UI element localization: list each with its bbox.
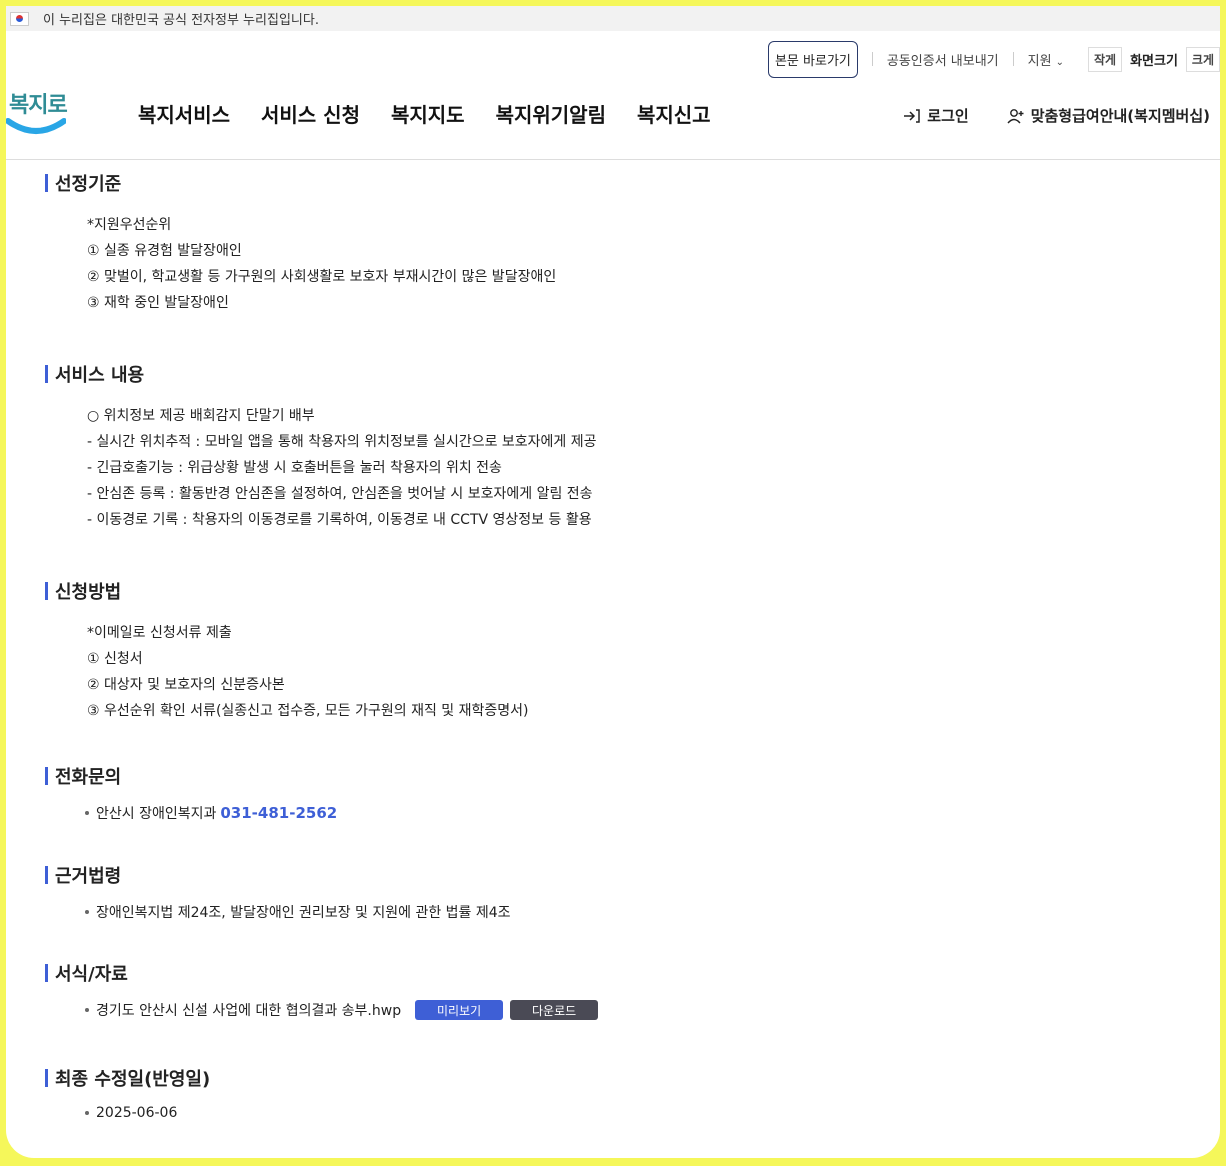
support-label: 지원 bbox=[1027, 53, 1052, 69]
title-bar bbox=[45, 866, 48, 884]
line: *이메일로 신청서류 제출 bbox=[87, 625, 232, 641]
line: - 안심존 등록 : 활동반경 안심존을 설정하여, 안심존을 벗어날 시 보호… bbox=[87, 486, 593, 502]
section-title: 신청방법 bbox=[45, 578, 529, 604]
criteria-lines: *지원우선순위 ① 실종 유경험 발달장애인 ② 맞벌이, 학교생활 등 가구원… bbox=[87, 212, 556, 316]
section-title: 최종 수정일(반영일) bbox=[45, 1065, 210, 1091]
line: ② 대상자 및 보호자의 신분증사본 bbox=[87, 677, 285, 693]
font-large-button[interactable]: 크게 bbox=[1185, 46, 1220, 72]
bullet-dot bbox=[85, 1111, 89, 1115]
phone-item: 안산시 장애인복지과 031-481-2562 bbox=[85, 803, 337, 823]
nav-welfare-report[interactable]: 복지신고 bbox=[637, 99, 711, 128]
section-forms: 서식/자료 경기도 안산시 신설 사업에 대한 협의결과 송부.hwp 미리보기… bbox=[45, 960, 599, 1020]
section-title-text: 전화문의 bbox=[55, 767, 122, 788]
section-title-text: 서식/자료 bbox=[55, 964, 128, 985]
section-title: 서식/자료 bbox=[45, 960, 598, 986]
line: ③ 재학 중인 발달장애인 bbox=[87, 295, 229, 311]
service-lines: ○ 위치정보 제공 배회감지 단말기 배부 - 실시간 위치추적 : 모바일 앱… bbox=[87, 403, 597, 533]
font-size-label: 화면크기 bbox=[1130, 53, 1178, 69]
bullet-dot bbox=[85, 1008, 89, 1012]
membership-link[interactable]: 맞춤형급여안내(복지멤버십) bbox=[1007, 105, 1210, 126]
section-service: 서비스 내용 ○ 위치정보 제공 배회감지 단말기 배부 - 실시간 위치추적 … bbox=[45, 361, 597, 533]
section-updated: 최종 수정일(반영일) 2025-06-06 bbox=[45, 1065, 210, 1121]
download-button[interactable]: 다운로드 bbox=[510, 1000, 599, 1020]
section-title-text: 서비스 내용 bbox=[55, 365, 145, 386]
section-title: 서비스 내용 bbox=[45, 361, 597, 387]
apply-lines: *이메일로 신청서류 제출 ① 신청서 ② 대상자 및 보호자의 신분증사본 ③… bbox=[87, 620, 529, 724]
chevron-down-icon: ⌄ bbox=[1055, 56, 1064, 68]
section-title-text: 신청방법 bbox=[55, 582, 122, 603]
font-small-button[interactable]: 작게 bbox=[1087, 46, 1123, 72]
membership-label: 맞춤형급여안내(복지멤버십) bbox=[1030, 107, 1210, 125]
site-header: 복지로 복지서비스 서비스 신청 복지지도 복지위기알림 복지신고 로그인 맞춤… bbox=[6, 77, 1220, 160]
phone-org: 안산시 장애인복지과 bbox=[96, 806, 217, 822]
divider bbox=[1012, 52, 1014, 66]
updated-date: 2025-06-06 bbox=[96, 1105, 178, 1121]
support-menu[interactable]: 지원 ⌄ bbox=[1028, 50, 1064, 69]
bullet-dot bbox=[85, 811, 89, 815]
login-link[interactable]: 로그인 bbox=[903, 105, 969, 126]
line: - 실시간 위치추적 : 모바일 앱을 통해 착용자의 위치정보를 실시간으로 … bbox=[87, 434, 597, 450]
line: - 이동경로 기록 : 착용자의 이동경로를 기록하여, 이동경로 내 CCTV… bbox=[87, 512, 592, 528]
title-bar bbox=[45, 767, 48, 785]
login-label: 로그인 bbox=[927, 107, 969, 125]
section-phone: 전화문의 안산시 장애인복지과 031-481-2562 bbox=[45, 763, 337, 823]
section-title: 전화문의 bbox=[45, 763, 337, 789]
bullet-dot bbox=[85, 910, 89, 914]
nav-welfare-service[interactable]: 복지서비스 bbox=[138, 99, 230, 128]
section-apply: 신청방법 *이메일로 신청서류 제출 ① 신청서 ② 대상자 및 보호자의 신분… bbox=[45, 578, 529, 724]
main-nav: 복지서비스 서비스 신청 복지지도 복지위기알림 복지신고 bbox=[138, 99, 742, 128]
auth-links: 로그인 맞춤형급여안내(복지멤버십) bbox=[903, 105, 1210, 126]
updated-item: 2025-06-06 bbox=[85, 1105, 210, 1121]
law-text: 장애인복지법 제24조, 발달장애인 권리보장 및 지원에 관한 법률 제4조 bbox=[96, 905, 511, 921]
font-size-control: 작게 화면크기 크게 bbox=[1087, 46, 1220, 72]
section-law: 근거법령 장애인복지법 제24조, 발달장애인 권리보장 및 지원에 관한 법률… bbox=[45, 862, 511, 922]
gov-banner: 이 누리집은 대한민국 공식 전자정부 누리집입니다. bbox=[6, 6, 1220, 31]
divider bbox=[871, 52, 873, 66]
title-bar bbox=[45, 964, 48, 982]
gov-banner-text: 이 누리집은 대한민국 공식 전자정부 누리집입니다. bbox=[43, 13, 319, 28]
nav-welfare-map[interactable]: 복지지도 bbox=[391, 99, 465, 128]
user-add-icon bbox=[1007, 108, 1024, 123]
preview-button[interactable]: 미리보기 bbox=[415, 1000, 504, 1020]
section-title-text: 근거법령 bbox=[55, 866, 122, 887]
section-title: 선정기준 bbox=[45, 170, 556, 196]
login-icon bbox=[904, 108, 921, 123]
cert-export-link[interactable]: 공동인증서 내보내기 bbox=[887, 50, 999, 69]
section-title: 근거법령 bbox=[45, 862, 511, 888]
file-name: 경기도 안산시 신설 사업에 대한 협의결과 송부.hwp bbox=[96, 1003, 402, 1019]
title-bar bbox=[45, 582, 48, 600]
phone-number-link[interactable]: 031-481-2562 bbox=[220, 804, 337, 822]
line: ① 실종 유경험 발달장애인 bbox=[87, 243, 242, 259]
title-bar bbox=[45, 365, 48, 383]
section-title-text: 최종 수정일(반영일) bbox=[55, 1069, 211, 1090]
nav-crisis-alert[interactable]: 복지위기알림 bbox=[496, 99, 606, 128]
law-item: 장애인복지법 제24조, 발달장애인 권리보장 및 지원에 관한 법률 제4조 bbox=[85, 902, 511, 922]
title-bar bbox=[45, 1069, 48, 1087]
line: *지원우선순위 bbox=[87, 217, 172, 233]
section-criteria: 선정기준 *지원우선순위 ① 실종 유경험 발달장애인 ② 맞벌이, 학교생활 … bbox=[45, 170, 556, 316]
utility-bar: 본문 바로가기 공동인증서 내보내기 지원 ⌄ 작게 화면크기 크게 bbox=[767, 40, 1220, 78]
logo-smile-icon bbox=[6, 118, 66, 134]
line: ③ 우선순위 확인 서류(실종신고 접수증, 모든 가구원의 재직 및 재학증명… bbox=[87, 703, 529, 719]
nav-service-apply[interactable]: 서비스 신청 bbox=[261, 99, 360, 128]
line: ② 맞벌이, 학교생활 등 가구원의 사회생활로 보호자 부재시간이 많은 발달… bbox=[87, 269, 557, 285]
line: - 긴급호출기능 : 위급상황 발생 시 호출버튼을 눌러 착용자의 위치 전송 bbox=[87, 460, 502, 476]
file-item: 경기도 안산시 신설 사업에 대한 협의결과 송부.hwp 미리보기 다운로드 bbox=[85, 1000, 599, 1020]
site-logo[interactable]: 복지로 bbox=[6, 85, 70, 141]
line: ① 신청서 bbox=[87, 651, 143, 667]
section-title-text: 선정기준 bbox=[55, 174, 122, 195]
title-bar bbox=[45, 174, 48, 192]
skip-to-content-button[interactable]: 본문 바로가기 bbox=[767, 40, 858, 78]
browser-page: 이 누리집은 대한민국 공식 전자정부 누리집입니다. 본문 바로가기 공동인증… bbox=[6, 6, 1220, 1158]
line: ○ 위치정보 제공 배회감지 단말기 배부 bbox=[87, 408, 315, 424]
korea-flag-icon bbox=[10, 11, 29, 26]
